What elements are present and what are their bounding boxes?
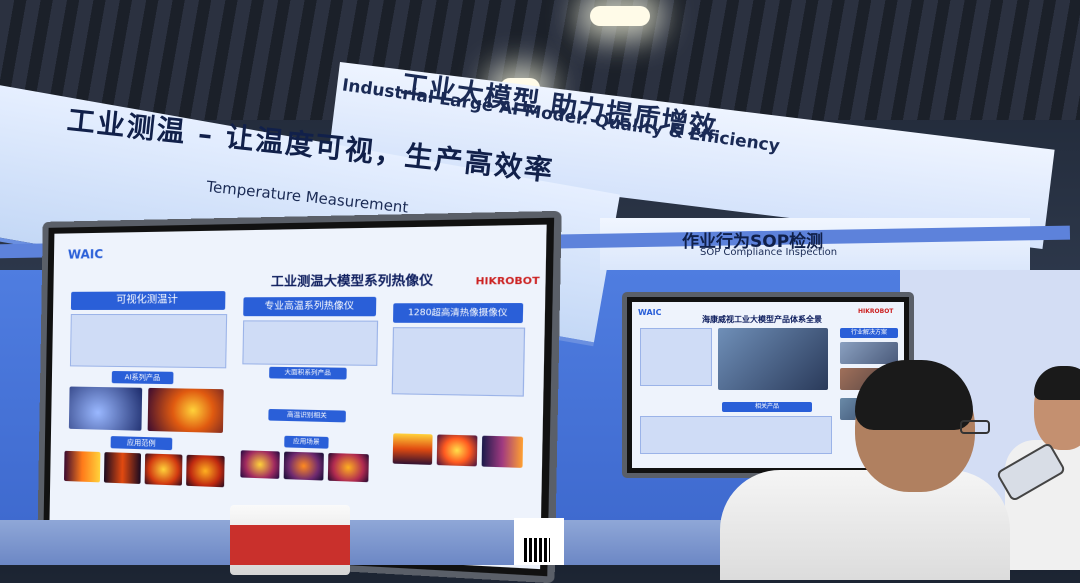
section-right: 行业解决方案 xyxy=(840,328,898,338)
glasses xyxy=(960,420,990,434)
pro-box xyxy=(242,320,379,366)
brand-logo: HIKROBOT xyxy=(475,276,540,288)
thermal-image xyxy=(103,452,142,484)
sop-title-en: SOP Compliance Inspection xyxy=(700,247,838,258)
thermal-image xyxy=(481,435,524,468)
section-1280: 1280超高清热像摄像仪 xyxy=(392,303,524,324)
thermal-image xyxy=(68,386,143,431)
thermal-image xyxy=(63,450,101,483)
label-high-temp: 高温识别相关 xyxy=(268,408,346,423)
thermal-image xyxy=(240,450,280,479)
section-visual: 可视化测温计 xyxy=(70,291,226,310)
ceiling-light xyxy=(590,6,650,26)
products-box xyxy=(640,416,832,454)
section-products: 相关产品 xyxy=(722,402,812,412)
visual-box xyxy=(69,314,228,369)
thermal-image xyxy=(186,454,225,488)
waic-logo: WAIC xyxy=(638,308,662,317)
thermal-image xyxy=(147,387,224,433)
section-ai: AI系列产品 xyxy=(111,370,174,385)
thermal-image xyxy=(327,452,369,483)
section-pro: 专业高温系列热像仪 xyxy=(243,296,377,317)
waic-logo: WAIC xyxy=(67,247,104,262)
visitor-center-shirt xyxy=(720,470,1010,580)
thermal-image xyxy=(283,451,324,481)
feature-list-box xyxy=(640,328,712,386)
thermal-image xyxy=(436,434,478,467)
scene-image xyxy=(840,342,898,364)
label-apps: 应用场景 xyxy=(284,435,329,449)
thermal-image xyxy=(144,453,183,486)
camera-1280-box xyxy=(391,327,526,397)
label-big-panel: 大面积系列产品 xyxy=(269,366,347,380)
thermal-image xyxy=(392,433,433,465)
brand-logo: HIKROBOT xyxy=(858,308,894,315)
left-screen-title: 工业测温大模型系列热像仪 xyxy=(270,272,434,289)
red-display-box xyxy=(230,525,350,565)
qr-code-icon xyxy=(524,538,550,562)
factory-camera-view xyxy=(718,328,828,390)
section-cases: 应用范例 xyxy=(110,436,173,451)
right-screen-title: 海康威视工业大模型产品体系全景 xyxy=(702,315,822,324)
